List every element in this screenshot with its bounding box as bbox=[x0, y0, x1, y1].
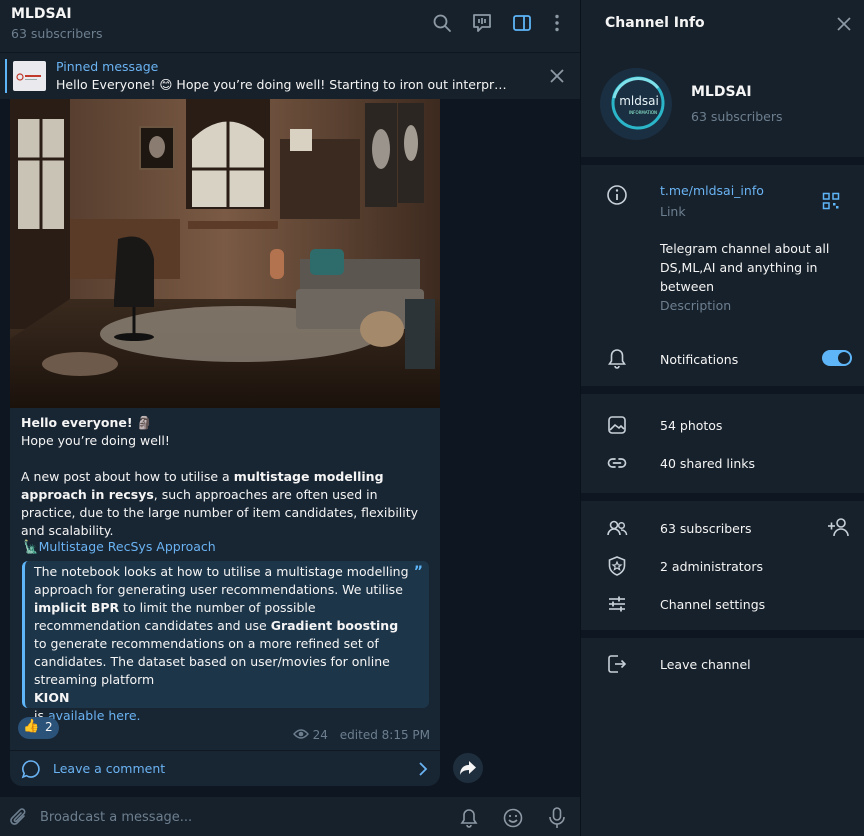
emoji-icon[interactable] bbox=[502, 807, 524, 829]
live-stream-icon[interactable] bbox=[471, 12, 493, 34]
post-line-2: Hope you’re doing well! bbox=[21, 433, 170, 448]
notifications-toggle[interactable] bbox=[822, 350, 852, 366]
comment-bubble-icon bbox=[21, 760, 40, 779]
section-separator bbox=[581, 630, 864, 638]
administrators-row[interactable]: 2 administrators bbox=[660, 559, 763, 574]
description-caption: Description bbox=[660, 298, 732, 313]
channel-link[interactable]: t.me/mldsai_info bbox=[660, 183, 764, 198]
pinned-label: Pinned message bbox=[56, 59, 159, 74]
post-body: Hello everyone! 🗿 Hope you’re doing well… bbox=[21, 414, 431, 540]
quote-bold-2: Gradient boosting bbox=[270, 618, 399, 633]
section-separator bbox=[581, 386, 864, 394]
qr-code-icon[interactable] bbox=[822, 192, 840, 210]
pinned-accent-bar bbox=[5, 59, 7, 93]
post-photo[interactable] bbox=[10, 99, 440, 408]
subscribers-row[interactable]: 63 subscribers bbox=[660, 521, 752, 536]
chat-subscriber-count: 63 subscribers bbox=[11, 26, 103, 41]
close-icon[interactable] bbox=[548, 67, 566, 85]
channel-avatar[interactable]: mldsai INFORMATION bbox=[600, 68, 672, 140]
moai-emoji: 🗿 bbox=[136, 415, 153, 430]
link-icon bbox=[607, 458, 627, 468]
shield-star-icon bbox=[608, 556, 626, 576]
post-link-title-text: Multistage RecSys Approach bbox=[38, 539, 216, 554]
quote-bold-3: KION bbox=[34, 690, 70, 705]
section-separator bbox=[581, 157, 864, 165]
channel-post: Hello everyone! 🗿 Hope you’re doing well… bbox=[10, 99, 440, 786]
quote-icon: ” bbox=[413, 564, 423, 580]
pinned-message-bar[interactable]: Pinned message Hello Everyone! 😊 Hope yo… bbox=[0, 52, 580, 99]
svg-text:INFORMATION: INFORMATION bbox=[629, 110, 657, 115]
quote-text-1: The notebook looks at how to utilise a m… bbox=[34, 564, 409, 597]
reaction-thumbs-up[interactable]: 👍 2 bbox=[18, 717, 59, 739]
add-user-icon[interactable] bbox=[827, 516, 851, 538]
share-arrow-icon bbox=[460, 761, 476, 775]
leave-comment-label: Leave a comment bbox=[53, 761, 166, 776]
channel-info-panel: Channel Info mldsai INFORMATION MLDSAI 6… bbox=[581, 0, 864, 836]
quote-bold-1: implicit BPR bbox=[34, 600, 120, 615]
link-caption: Link bbox=[660, 204, 686, 219]
svg-text:mldsai: mldsai bbox=[619, 94, 659, 108]
thumbs-up-emoji: 👍 bbox=[23, 719, 40, 734]
statue-emoji: 🗽 bbox=[23, 539, 39, 554]
photo-icon bbox=[608, 416, 626, 434]
post-meta: 24 edited 8:15 PM bbox=[292, 728, 430, 742]
leave-icon bbox=[608, 655, 627, 673]
channel-subscribers: 63 subscribers bbox=[691, 109, 783, 124]
leave-channel-row[interactable]: Leave channel bbox=[660, 657, 751, 672]
mldsai-logo: mldsai INFORMATION bbox=[600, 68, 672, 140]
composer bbox=[0, 797, 580, 836]
chat-area: MLDSAI 63 subscribers Pinned message Hel… bbox=[0, 0, 580, 836]
sidebar-toggle-icon[interactable] bbox=[511, 12, 533, 34]
blockquote: The notebook looks at how to utilise a m… bbox=[22, 561, 429, 723]
photos-row[interactable]: 54 photos bbox=[660, 418, 722, 433]
attach-icon[interactable] bbox=[9, 807, 29, 829]
post-link-title[interactable]: 🗽Multistage RecSys Approach bbox=[23, 539, 216, 555]
more-options-icon[interactable] bbox=[546, 12, 568, 34]
channel-settings-row[interactable]: Channel settings bbox=[660, 597, 765, 612]
settings-sliders-icon bbox=[609, 596, 625, 612]
pinned-thumbnail bbox=[13, 61, 46, 91]
post-greeting: Hello everyone! bbox=[21, 415, 133, 430]
edited-time: edited 8:15 PM bbox=[339, 728, 430, 742]
post-paragraph: A new post about how to utilise a multis… bbox=[21, 468, 431, 540]
bell-icon[interactable] bbox=[458, 807, 480, 829]
chat-header[interactable]: MLDSAI 63 subscribers bbox=[0, 0, 580, 52]
quote-text-3: to generate recommendations on a more re… bbox=[34, 636, 390, 687]
search-icon[interactable] bbox=[431, 12, 453, 34]
leave-comment-button[interactable]: Leave a comment bbox=[10, 750, 440, 786]
view-count: 24 bbox=[312, 728, 328, 742]
shared-links-row[interactable]: 40 shared links bbox=[660, 456, 755, 471]
blockquote-text: The notebook looks at how to utilise a m… bbox=[34, 563, 414, 725]
available-here-link[interactable]: available here. bbox=[48, 708, 141, 723]
channel-description: Telegram channel about all DS,ML,AI and … bbox=[660, 241, 830, 294]
info-icon bbox=[607, 185, 627, 205]
post-paragraph-text-1: A new post about how to utilise a bbox=[21, 469, 234, 484]
share-button[interactable] bbox=[453, 753, 483, 783]
pinned-text: Hello Everyone! 😊 Hope you’re doing well… bbox=[56, 77, 507, 92]
chat-title: MLDSAI bbox=[11, 6, 72, 22]
section-separator bbox=[581, 493, 864, 501]
close-icon[interactable] bbox=[836, 16, 852, 32]
chevron-right-icon bbox=[419, 762, 428, 776]
channel-name: MLDSAI bbox=[691, 84, 752, 100]
microphone-icon[interactable] bbox=[546, 806, 568, 830]
reaction-count: 2 bbox=[45, 720, 53, 734]
users-icon bbox=[607, 520, 628, 536]
notifications-label[interactable]: Notifications bbox=[660, 352, 738, 367]
eye-icon bbox=[292, 729, 309, 739]
panel-title: Channel Info bbox=[605, 15, 705, 31]
toggle-knob bbox=[838, 352, 850, 364]
message-input[interactable] bbox=[38, 805, 418, 829]
bell-icon bbox=[608, 349, 626, 369]
